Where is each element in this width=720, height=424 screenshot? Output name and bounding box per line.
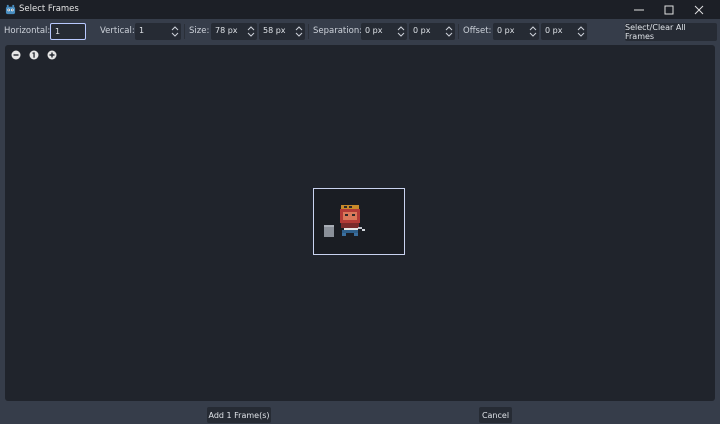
separation-x-input[interactable]: 0 px <box>361 23 407 40</box>
separation-x-value: 0 px <box>365 26 383 35</box>
offset-y-spin-arrows-icon[interactable] <box>577 25 585 38</box>
title-bar: Select Frames <box>0 0 720 19</box>
maximize-icon <box>664 5 674 14</box>
separation-y-spin-arrows-icon[interactable] <box>445 25 453 38</box>
close-button[interactable] <box>684 0 714 19</box>
zoom-reset-icon[interactable] <box>29 50 39 60</box>
separation-x-spin-arrows-icon[interactable] <box>397 25 405 38</box>
maximize-button[interactable] <box>654 0 684 19</box>
separation-y-input[interactable]: 0 px <box>409 23 455 40</box>
toolbar: Horizontal: 1 Vertical: 1 Size: 78 px 58… <box>0 19 720 56</box>
toolbar-separator <box>308 24 309 39</box>
zoom-in-icon[interactable] <box>47 50 57 60</box>
offset-y-value: 0 px <box>545 26 563 35</box>
offset-x-input[interactable]: 0 px <box>493 23 539 40</box>
godot-icon <box>5 4 16 15</box>
window-title: Select Frames <box>19 4 79 14</box>
zoom-out-icon[interactable] <box>11 50 21 60</box>
offset-y-input[interactable]: 0 px <box>541 23 587 40</box>
offset-x-value: 0 px <box>497 26 515 35</box>
cancel-button[interactable]: Cancel <box>479 407 512 423</box>
horizontal-input[interactable]: 1 <box>50 23 86 40</box>
sprite-image <box>324 205 365 237</box>
size-y-value: 58 px <box>263 26 286 35</box>
toolbar-separator <box>458 24 459 39</box>
minimize-button[interactable] <box>624 0 654 19</box>
texture-canvas[interactable] <box>5 45 715 401</box>
size-x-value: 78 px <box>215 26 238 35</box>
vertical-input[interactable]: 1 <box>135 23 181 40</box>
frame-tile[interactable] <box>313 188 405 255</box>
minimize-icon <box>634 9 644 10</box>
toolbar-separator <box>184 24 185 39</box>
select-clear-all-button[interactable]: Select/Clear All Frames <box>625 23 717 41</box>
horizontal-label: Horizontal: <box>4 26 51 36</box>
size-y-spin-arrows-icon[interactable] <box>295 25 303 38</box>
offset-x-spin-arrows-icon[interactable] <box>529 25 537 38</box>
size-x-input[interactable]: 78 px <box>211 23 257 40</box>
size-y-input[interactable]: 58 px <box>259 23 305 40</box>
size-label: Size: <box>189 26 210 36</box>
vertical-spin-arrows-icon[interactable] <box>171 25 179 38</box>
size-x-spin-arrows-icon[interactable] <box>247 25 255 38</box>
offset-label: Offset: <box>463 26 492 36</box>
separation-y-value: 0 px <box>413 26 431 35</box>
add-frames-button[interactable]: Add 1 Frame(s) <box>207 407 271 423</box>
horizontal-value: 1 <box>55 27 61 36</box>
separation-label: Separation: <box>313 26 363 36</box>
close-icon <box>694 5 704 14</box>
vertical-label: Vertical: <box>100 26 135 36</box>
vertical-value: 1 <box>139 26 145 35</box>
